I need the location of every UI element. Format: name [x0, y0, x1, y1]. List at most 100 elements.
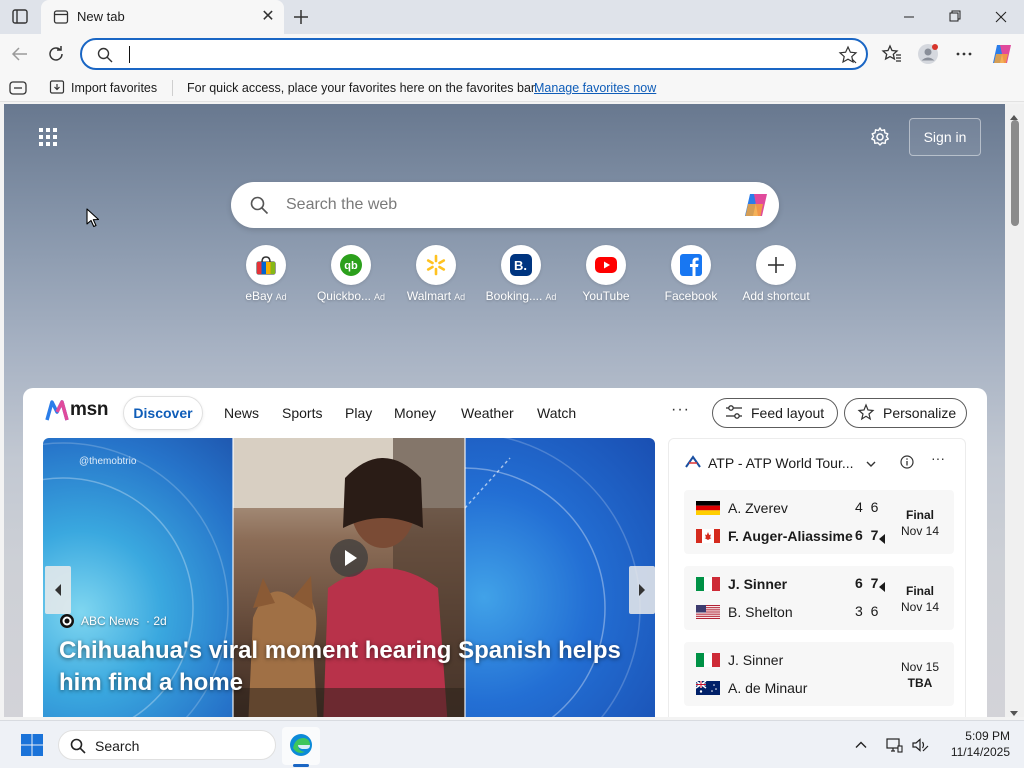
story-headline[interactable]: Chihuahua's viral moment hearing Spanish…: [59, 635, 649, 699]
feed-tab-sports[interactable]: Sports: [282, 405, 322, 421]
personalize-label: Personalize: [883, 405, 957, 421]
ad-badge: Ad: [454, 292, 466, 302]
text-caret: [129, 46, 130, 63]
system-clock[interactable]: 5:09 PM 11/14/2025: [940, 728, 1010, 760]
sidebar-toggle-icon[interactable]: [9, 81, 27, 95]
back-arrow-icon[interactable]: [8, 42, 32, 66]
manage-favorites-link[interactable]: Manage favorites now: [534, 81, 656, 95]
match-date: TBA: [907, 676, 933, 690]
shortcut-quickbo[interactable]: qb Quickbo... Ad: [311, 245, 391, 311]
favorites-icon[interactable]: [880, 42, 904, 66]
shortcut-youtube[interactable]: YouTube: [566, 245, 646, 311]
shortcut-add-shortcut[interactable]: Add shortcut: [736, 245, 816, 311]
msn-feed: msn Discover News Sports Play Money Weat…: [23, 388, 987, 717]
ad-badge: Ad: [545, 292, 557, 302]
running-app-indicator: [293, 764, 309, 767]
feed-tab-watch[interactable]: Watch: [537, 405, 576, 421]
minimize-icon[interactable]: [886, 0, 932, 34]
copilot-icon[interactable]: [741, 191, 771, 219]
restore-icon[interactable]: [932, 0, 978, 34]
feed-tab-money[interactable]: Money: [394, 405, 436, 421]
italy-flag-icon: [696, 653, 720, 667]
match-status-label: Final: [905, 508, 934, 522]
scroll-down-arrow-icon[interactable]: [1009, 705, 1019, 716]
address-bar[interactable]: [80, 38, 868, 70]
shortcut-facebook[interactable]: Facebook: [651, 245, 731, 311]
msn-logo[interactable]: msn: [44, 398, 110, 424]
copilot-icon[interactable]: [990, 42, 1014, 66]
player-row: J. Sinner: [696, 574, 787, 594]
import-favorites-button[interactable]: Import favorites: [49, 79, 157, 97]
feed-layout-button[interactable]: Feed layout: [712, 398, 838, 428]
story-source: ABC News · 2d: [60, 614, 167, 628]
tab-actions-icon[interactable]: [8, 6, 32, 28]
sports-league-title[interactable]: ATP - ATP World Tour...: [708, 455, 854, 471]
feed-more-icon[interactable]: ···: [671, 401, 690, 419]
close-icon[interactable]: [978, 0, 1024, 34]
sign-in-button[interactable]: Sign in: [909, 118, 981, 156]
more-options-icon[interactable]: [952, 42, 976, 66]
ad-badge: Ad: [275, 292, 287, 302]
profile-avatar-icon[interactable]: [916, 42, 940, 66]
match-card[interactable]: A. Zverev 4 6 F. Auger-Aliassime 6 7 Final No…: [684, 490, 954, 554]
chevron-up-icon[interactable]: [854, 738, 868, 752]
match-card[interactable]: J. Sinner A. de Minaur Nov 15 TBA: [684, 642, 954, 706]
shortcut-ebay[interactable]: eBay Ad: [226, 245, 306, 311]
feed-tab-weather[interactable]: Weather: [461, 405, 514, 421]
page-scrollbar[interactable]: [1005, 104, 1024, 717]
web-search-box[interactable]: Search the web: [231, 182, 779, 228]
scroll-up-arrow-icon[interactable]: [1009, 108, 1019, 120]
player-score: 4 6: [855, 499, 881, 515]
feed-tab-discover[interactable]: Discover: [123, 396, 203, 430]
match-status-label: Final: [905, 584, 934, 598]
shortcut-label: YouTube: [566, 289, 646, 303]
favorites-hint: For quick access, place your favorites h…: [187, 81, 538, 95]
booking-icon: B.: [501, 245, 541, 285]
carousel-next-icon[interactable]: [629, 566, 655, 614]
refresh-icon[interactable]: [44, 42, 68, 66]
hero-story-card[interactable]: @themobtrio ABC News · 2d Chihuahua's vi…: [43, 438, 655, 717]
ad-badge: Ad: [374, 292, 386, 302]
feed-tab-play[interactable]: Play: [345, 405, 372, 421]
chevron-down-icon[interactable]: [865, 457, 877, 469]
match-status: Final Nov 14: [897, 507, 943, 539]
facebook-icon: [671, 245, 711, 285]
player-row: F. Auger-Aliassime: [696, 526, 853, 546]
shortcut-name: Facebook: [664, 289, 718, 303]
player-row: B. Shelton: [696, 602, 793, 622]
svg-text:B.: B.: [514, 258, 527, 273]
carousel-prev-icon[interactable]: [45, 566, 71, 614]
favorites-bar: Import favorites For quick access, place…: [0, 74, 1024, 102]
windows-start-icon[interactable]: [20, 733, 44, 757]
network-icon[interactable]: [885, 736, 903, 754]
new-tab-page-icon: [53, 9, 69, 25]
tab-close-icon[interactable]: ✕: [258, 7, 278, 27]
sliders-icon: [725, 404, 743, 423]
ebay-icon: [246, 245, 286, 285]
match-date: Nov 14: [900, 524, 940, 538]
app-launcher-icon[interactable]: [37, 126, 59, 148]
player-name: A. de Minaur: [728, 680, 808, 696]
volume-icon[interactable]: [911, 736, 929, 754]
shortcut-label: Add shortcut: [736, 289, 816, 303]
page-settings-gear-icon[interactable]: [869, 126, 891, 148]
plus-icon: [756, 245, 796, 285]
shortcut-name: YouTube: [582, 289, 630, 303]
shortcut-walmart[interactable]: Walmart Ad: [396, 245, 476, 311]
edge-browser-taskbar-icon[interactable]: [282, 727, 320, 765]
feed-tab-news[interactable]: News: [224, 405, 259, 421]
play-video-icon[interactable]: [330, 539, 368, 577]
personalize-button[interactable]: Personalize: [844, 398, 967, 428]
quickbooks-icon: qb: [331, 245, 371, 285]
scrollbar-thumb[interactable]: [1011, 120, 1019, 226]
info-icon[interactable]: [900, 455, 914, 469]
browser-tab[interactable]: New tab ✕: [41, 0, 284, 34]
match-card[interactable]: J. Sinner 6 7 B. Shelton 3 6 Final Nov 14: [684, 566, 954, 630]
player-name: J. Sinner: [728, 652, 784, 668]
taskbar-search-box[interactable]: Search: [58, 730, 276, 760]
favorite-star-icon[interactable]: [838, 45, 858, 65]
sports-more-icon[interactable]: ···: [931, 450, 945, 466]
mouse-pointer-icon: [86, 208, 100, 228]
new-tab-button[interactable]: [289, 5, 313, 29]
shortcut-booking[interactable]: B. Booking.... Ad: [481, 245, 561, 311]
